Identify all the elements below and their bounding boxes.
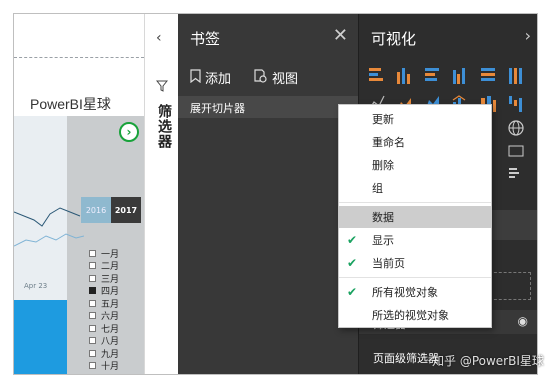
menu-item-label: 所选的视觉对象 — [372, 309, 449, 322]
menu-item-label: 所有视觉对象 — [372, 286, 438, 299]
watermark: 知乎 @PowerBI星球 — [432, 354, 544, 368]
fields-well[interactable] — [489, 210, 538, 240]
menu-item-all-visuals[interactable]: ✔ 所有视觉对象 — [339, 281, 491, 303]
menu-item-label: 删除 — [372, 159, 394, 172]
view-label: 视图 — [272, 72, 299, 87]
x-axis-tick-label: Apr 23 — [24, 282, 48, 290]
checkbox[interactable] — [89, 349, 96, 357]
month-item[interactable]: 九月 — [89, 347, 119, 360]
menu-separator — [339, 202, 491, 203]
month-item[interactable]: 一月 — [89, 247, 119, 260]
funnel-icon — [155, 80, 169, 95]
month-label: 五月 — [101, 299, 120, 310]
menu-item-update[interactable]: 更新 — [339, 108, 491, 130]
menu-item-label: 当前页 — [372, 257, 405, 270]
kpi-icon — [508, 145, 524, 157]
checkbox[interactable] — [89, 249, 96, 257]
menu-item-label: 数据 — [372, 211, 394, 224]
menu-item-rename[interactable]: 重命名 — [339, 131, 491, 153]
report-title: PowerBI星球 — [30, 96, 111, 112]
checkbox[interactable] — [89, 362, 96, 370]
visualizations-title: 可视化 — [371, 30, 417, 48]
checkbox[interactable] — [89, 274, 96, 282]
checkmark-icon: ✔ — [347, 256, 358, 270]
clustered-bar-icon — [425, 68, 439, 81]
month-item[interactable]: 二月 — [89, 260, 120, 273]
bookmarks-title: 书签 — [190, 30, 221, 48]
checkbox[interactable] — [89, 337, 96, 345]
year-slicer-2017[interactable]: 2017 — [111, 197, 141, 223]
year-slicer-2016[interactable]: 2016 — [81, 197, 111, 223]
menu-item-label: 组 — [372, 182, 383, 195]
filters-label: 筛选器 — [156, 104, 172, 149]
bookmark-item[interactable]: 展开切片器 ... — [178, 96, 358, 118]
month-item[interactable]: 八月 — [89, 335, 120, 348]
view-icon — [254, 68, 268, 87]
menu-item-selected-visuals[interactable]: 所选的视觉对象 — [339, 304, 491, 326]
bookmarks-pane: 书签 ✕ 添加 视图 展开切片器 ... — [178, 14, 358, 374]
month-item[interactable]: 七月 — [89, 322, 119, 335]
globe-icon — [508, 120, 524, 136]
month-label: 七月 — [101, 324, 120, 335]
report-canvas[interactable]: PowerBI星球 2016 2017 Apr 23 一月 二月 三月 四月 五… — [14, 14, 144, 374]
chevron-right-icon[interactable]: › — [525, 26, 531, 45]
100-bar-icon — [481, 68, 495, 81]
month-label: 十月 — [101, 362, 120, 373]
checkmark-icon: ✔ — [347, 285, 358, 299]
menu-item-current-page[interactable]: ✔ 当前页 — [339, 252, 491, 274]
line-chart — [14, 207, 84, 247]
month-item[interactable]: 四月 — [89, 285, 120, 298]
stacked-bar-icon — [369, 68, 383, 81]
month-item[interactable]: 十月 — [89, 360, 120, 373]
menu-item-data[interactable]: 数据 — [339, 206, 491, 228]
view-button[interactable]: 视图 — [254, 68, 298, 87]
waterfall-icon — [509, 96, 522, 112]
checkbox-checked[interactable] — [89, 287, 96, 295]
menu-item-group[interactable]: 组 — [339, 177, 491, 199]
menu-item-delete[interactable]: 删除 — [339, 154, 491, 176]
menu-separator — [339, 277, 491, 278]
menu-item-label: 显示 — [372, 234, 394, 247]
bookmark-item-label: 展开切片器 — [190, 102, 245, 115]
checkbox[interactable] — [89, 262, 96, 270]
eye-icon[interactable]: ◉ — [518, 314, 528, 328]
close-icon[interactable]: ✕ — [333, 25, 348, 46]
line-series-2 — [14, 233, 84, 247]
chevron-left-icon[interactable]: ‹ — [156, 30, 162, 46]
month-label: 三月 — [101, 274, 120, 285]
month-label: 六月 — [101, 312, 120, 323]
month-label: 四月 — [101, 287, 120, 298]
canvas-header-area — [14, 14, 144, 58]
100-column-icon — [509, 68, 522, 84]
filters-pane-collapsed[interactable]: ‹ 筛选器 — [144, 14, 178, 374]
month-item[interactable]: 六月 — [89, 310, 120, 323]
month-item[interactable]: 五月 — [89, 297, 119, 310]
menu-item-label: 更新 — [372, 113, 394, 126]
menu-item-label: 重命名 — [372, 136, 405, 149]
month-label: 二月 — [101, 262, 120, 273]
checkbox[interactable] — [89, 299, 96, 307]
month-slicer: 一月 二月 三月 四月 五月 六月 七月 八月 九月 十月 — [89, 247, 119, 372]
month-item[interactable]: 三月 — [89, 272, 119, 285]
checkbox[interactable] — [89, 324, 96, 332]
add-bookmark-button[interactable]: 添加 — [190, 68, 231, 87]
bookmark-context-menu: 更新 重命名 删除 组 数据 ✔ 显示 ✔ 当前页 ✔ 所有视觉对象 所选的视觉对象 — [338, 104, 492, 328]
line-series-1 — [14, 207, 81, 227]
month-label: 八月 — [101, 337, 120, 348]
drop-field-well[interactable] — [489, 272, 531, 300]
clustered-column-icon — [453, 68, 465, 84]
stacked-column-icon — [397, 68, 410, 84]
month-label: 九月 — [101, 349, 120, 360]
menu-item-display[interactable]: ✔ 显示 — [339, 229, 491, 251]
page-level-filters-label: 页面级筛选器 — [373, 352, 439, 365]
bookmark-add-icon — [190, 68, 201, 87]
expand-filters-icon[interactable]: › — [119, 122, 139, 142]
checkbox[interactable] — [89, 312, 96, 320]
format-icon — [509, 168, 519, 178]
checkmark-icon: ✔ — [347, 233, 358, 247]
add-label: 添加 — [205, 72, 232, 87]
blue-visual — [14, 300, 67, 374]
month-label: 一月 — [101, 249, 120, 260]
